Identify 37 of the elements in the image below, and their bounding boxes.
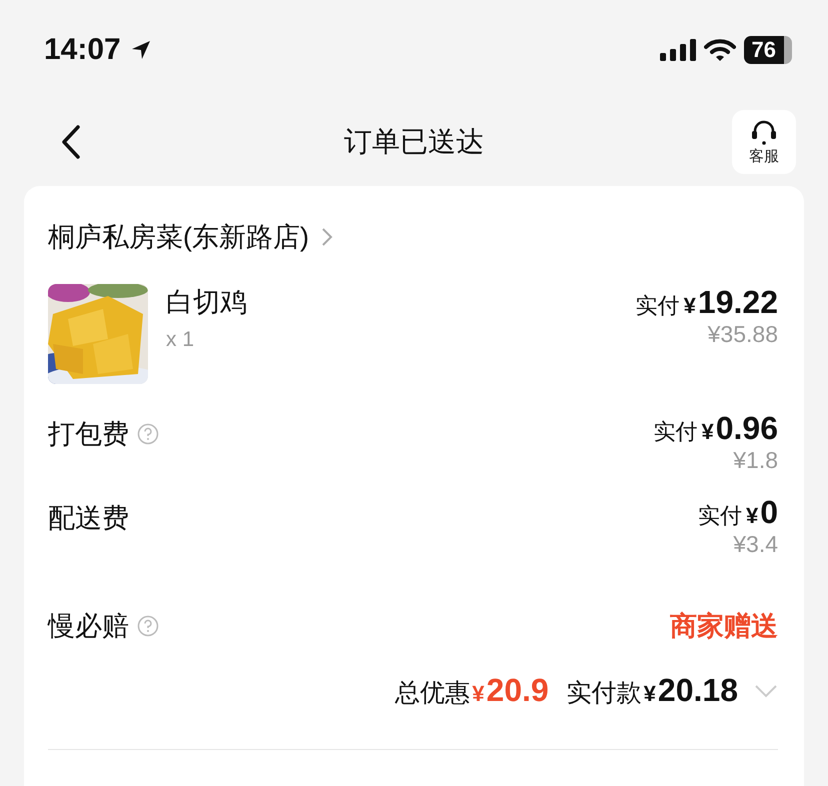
original-price: ¥3.4 [733, 531, 778, 558]
fee-label: 配送费 [48, 502, 129, 535]
signal-icon [660, 39, 696, 61]
customer-service-button[interactable]: 客服 [732, 110, 796, 174]
paid-amount: 0 [760, 494, 778, 531]
currency-sign: ¥ [472, 681, 484, 707]
help-icon[interactable] [137, 423, 159, 445]
currency-sign: ¥ [746, 503, 758, 529]
discount-label: 总优惠 [395, 678, 470, 709]
shop-name[interactable]: 桐庐私房菜(东新路店) [48, 219, 309, 255]
headset-icon [749, 118, 779, 144]
status-time: 14:07 [44, 33, 121, 67]
paid-label: 实付 [653, 418, 698, 446]
original-price: ¥1.8 [733, 447, 778, 474]
page-title: 订单已送达 [344, 125, 484, 159]
battery-indicator: 76 [744, 36, 792, 64]
chevron-right-icon[interactable] [320, 227, 333, 247]
currency-sign: ¥ [701, 419, 714, 445]
currency-sign: ¥ [644, 681, 656, 707]
fee-label: 打包费 [48, 418, 129, 451]
total-label: 实付款 [566, 678, 642, 709]
item-quantity: x 1 [166, 328, 194, 352]
help-icon[interactable] [137, 615, 159, 637]
back-button[interactable] [60, 124, 82, 160]
wifi-icon [704, 38, 736, 62]
item-name: 白切鸡 [166, 286, 247, 319]
total-amount: 20.18 [658, 672, 738, 709]
paid-amount: 19.22 [698, 284, 778, 321]
paid-amount: 0.96 [716, 410, 778, 447]
expand-chevron-icon[interactable] [754, 684, 778, 698]
paid-label: 实付 [698, 502, 742, 530]
original-price: ¥35.88 [708, 321, 778, 348]
fee-label: 慢必赔 [48, 610, 129, 643]
currency-sign: ¥ [684, 293, 696, 319]
paid-label: 实付 [636, 292, 680, 320]
discount-amount: 20.9 [486, 672, 549, 709]
merchant-gift-note: 商家赠送 [670, 610, 778, 643]
